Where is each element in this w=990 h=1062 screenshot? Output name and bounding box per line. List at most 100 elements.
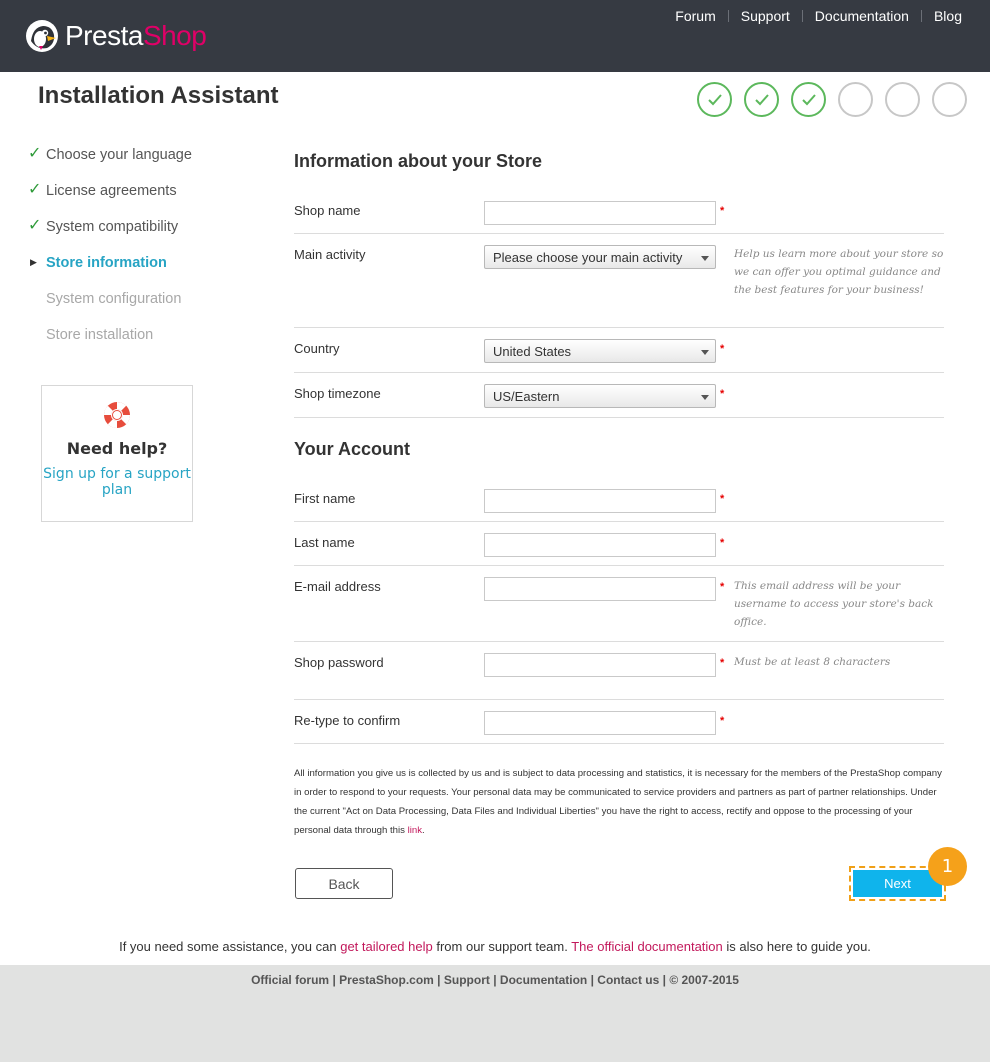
help-box: Need help? Sign up for a support plan [41,385,193,522]
timezone-value: US/Eastern [493,389,560,404]
sidebar-step-label: System configuration [46,291,182,307]
sidebar-step-label: Choose your language [46,147,192,163]
footer-separator: | [433,973,444,987]
first-name-label: First name [294,491,356,506]
assistance-text: If you need some assistance, you can get… [0,939,990,954]
chevron-down-icon [701,350,709,355]
check-icon: ✓ [28,217,42,234]
timezone-select[interactable]: US/Eastern [484,384,716,408]
last-name-label: Last name [294,535,355,550]
shop-name-input[interactable] [484,201,716,225]
footer-separator: | [659,973,670,987]
tailored-help-link[interactable]: get tailored help [340,939,433,954]
account-section-title: Your Account [294,439,410,459]
main-activity-row: Main activity Please choose your main ac… [294,234,944,328]
sidebar-step: Store installation [28,324,192,360]
sidebar-step-label: License agreements [46,183,177,199]
prestashop-logo[interactable]: PrestaShop [25,18,207,54]
footer-documentation-link[interactable]: Documentation [500,973,587,987]
required-marker: * [720,343,725,355]
store-section-title: Information about your Store [294,151,543,171]
footer-separator: | [489,973,500,987]
current-step-arrow-icon: ▶ [30,257,37,267]
timezone-label: Shop timezone [294,386,381,401]
email-hint: This email address will be your username… [734,580,934,628]
page-footer: Official forum | PrestaShop.com | Suppor… [0,965,990,1062]
sidebar-steps: ✓ Choose your language ✓ License agreements… [28,144,192,360]
sidebar-step: ▶ Store information [28,252,192,288]
step-circle [885,82,920,117]
country-label: Country [294,341,340,356]
page-title: Installation Assistant [38,82,279,109]
main-activity-hint: Help us learn more about your store so w… [734,248,944,296]
step-circle [744,82,779,117]
privacy-notice: All information you give us is collected… [294,764,944,840]
top-nav: Forum Support Documentation Blog [663,8,962,24]
footer-support-link[interactable]: Support [444,973,490,987]
sidebar-step-label: System compatibility [46,219,179,235]
email-label: E-mail address [294,579,381,594]
help-title: Need help? [66,439,168,458]
privacy-link[interactable]: link [408,825,422,836]
nav-support-link[interactable]: Support [729,8,802,24]
back-button[interactable]: Back [295,868,393,899]
puffin-logo-icon [26,20,58,52]
email-row: E-mail address * This email address will… [294,566,944,642]
sidebar-step-label: Store information [46,255,167,271]
annotation-badge: 1 [928,847,967,886]
sidebar-step: ✓ System compatibility [28,216,192,252]
footer-links: Official forum | PrestaShop.com | Suppor… [0,973,990,987]
support-plan-link[interactable]: Sign up for a support plan [42,466,192,498]
main-activity-select[interactable]: Please choose your main activity [484,245,716,269]
checkmark-icon [801,93,816,105]
shop-name-label: Shop name [294,203,361,218]
retype-password-input[interactable] [484,711,716,735]
official-documentation-link[interactable]: The official documentation [571,939,723,954]
required-marker: * [720,657,725,669]
first-name-input[interactable] [484,489,716,513]
step-circle [838,82,873,117]
assistance-text-1: If you need some assistance, you can [119,939,341,954]
check-icon: ✓ [28,181,42,198]
nav-blog-link[interactable]: Blog [922,8,962,24]
chevron-down-icon [701,256,709,261]
required-marker: * [720,205,725,217]
password-hint: Must be at least 8 characters [734,656,891,668]
sidebar-step: System configuration [28,288,192,324]
assistance-text-3: is also here to guide you. [722,939,871,954]
last-name-row: Last name * [294,522,944,566]
shop-name-row: Shop name * [294,200,944,234]
checkmark-icon [754,93,769,105]
top-header-bar: PrestaShop Forum Support Documentation B… [0,0,990,72]
check-icon: ✓ [28,145,42,162]
footer-prestashop-link[interactable]: PrestaShop.com [339,973,434,987]
main-activity-label: Main activity [294,247,366,262]
footer-separator: | [587,973,598,987]
chevron-down-icon [701,395,709,400]
footer-forum-link[interactable]: Official forum [251,973,329,987]
required-marker: * [720,537,725,549]
password-row: Shop password * Must be at least 8 chara… [294,642,944,700]
required-marker: * [720,388,725,400]
password-input[interactable] [484,653,716,677]
footer-copyright: © 2007-2015 [669,973,739,987]
main-activity-value: Please choose your main activity [493,250,683,265]
timezone-row: Shop timezone US/Eastern * [294,373,944,418]
step-progress [697,82,967,117]
required-marker: * [720,715,725,727]
sidebar-step-label: Store installation [46,327,154,343]
logo-wordmark: PrestaShop [65,20,207,51]
footer-contact-link[interactable]: Contact us [597,973,659,987]
email-input[interactable] [484,577,716,601]
country-select[interactable]: United States [484,339,716,363]
password-label: Shop password [294,655,384,670]
retype-password-row: Re-type to confirm * [294,700,944,744]
last-name-input[interactable] [484,533,716,557]
first-name-row: First name * [294,478,944,522]
lifebuoy-icon [103,402,131,428]
nav-documentation-link[interactable]: Documentation [803,8,921,24]
nav-forum-link[interactable]: Forum [663,8,727,24]
required-marker: * [720,581,725,593]
sidebar-step: ✓ License agreements [28,180,192,216]
country-value: United States [493,344,572,359]
